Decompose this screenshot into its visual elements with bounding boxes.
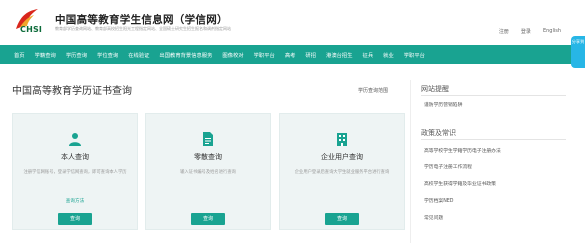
site-header: CHSI 中国高等教育学生信息网（学信网） 教育部学历查询网站、教育部高校招生阳…: [0, 0, 585, 44]
notice-heading: 网站提醒: [421, 85, 449, 93]
personal-query-button[interactable]: 查询: [58, 213, 92, 225]
nav-item-degree-query[interactable]: 学位查询: [97, 51, 118, 59]
nav-item-online-verify[interactable]: 在线验证: [128, 51, 149, 59]
divider: [421, 95, 566, 96]
query-scope-link[interactable]: 学历查询范围: [358, 87, 388, 94]
policy-link[interactable]: 学历档案NED: [424, 197, 454, 204]
single-query-card: 零散查询 输入证书编号及姓名进行查询 查询: [145, 113, 271, 230]
english-link[interactable]: English: [543, 28, 561, 35]
login-link[interactable]: 登录: [521, 28, 531, 35]
register-link[interactable]: 注册: [499, 28, 509, 35]
policy-heading: 政策及常识: [421, 129, 456, 137]
user-icon: [69, 133, 81, 146]
nav-item-image-check[interactable]: 图像校对: [222, 51, 243, 59]
nav-item-gaokao[interactable]: 高考: [285, 51, 296, 59]
personal-query-card: 本人查询 注册学信网账号，登录学信网查询，即可查询本人学历 查询方法 查询: [12, 113, 138, 230]
card-desc: 企业用户登录后查询大学生就业服务平台进行查询: [294, 170, 390, 175]
nav-item-grad-admission[interactable]: 研招: [305, 51, 316, 59]
card-title: 本人查询: [61, 153, 89, 161]
nav-item-hk-macau-tw[interactable]: 港澳台招生: [326, 51, 353, 59]
divider: [421, 139, 566, 140]
policy-link[interactable]: 学历电子注册工作流程: [424, 163, 472, 170]
site-title[interactable]: 中国高等教育学生信息网（学信网）: [55, 12, 228, 27]
page-title: 中国高等教育学历证书查询: [12, 86, 132, 97]
main-nav: 首页 学籍查询 学历查询 学位查询 在线验证 出国教育背景信息服务 图像校对 学…: [0, 45, 585, 64]
enterprise-query-card: 企业用户查询 企业用户登录后查询大学生就业服务平台进行查询 查询: [279, 113, 405, 230]
policy-link[interactable]: 常见问题: [424, 214, 443, 221]
nav-item-employment[interactable]: 就业: [383, 51, 394, 59]
notice-link[interactable]: 谨防学历营销陷阱: [424, 101, 462, 108]
card-desc: 注册学信网账号，登录学信网查询，即可查询本人学历: [23, 170, 127, 175]
card-title: 零散查询: [194, 153, 222, 161]
policy-link[interactable]: 高校学生获得学籍及毕业证书政策: [424, 180, 496, 187]
nav-item-home[interactable]: 首页: [14, 51, 25, 59]
enterprise-query-button[interactable]: 查询: [325, 213, 359, 225]
nav-item-career-platform-2[interactable]: 学职平台: [404, 51, 425, 59]
query-method-link[interactable]: 查询方法: [13, 198, 137, 204]
building-icon: [337, 133, 347, 146]
nav-item-military[interactable]: 征兵: [363, 51, 374, 59]
card-desc: 输入证书编号及姓名进行查询: [180, 170, 236, 175]
card-title: 企业用户查询: [321, 153, 363, 161]
nav-item-diploma-query[interactable]: 学历查询: [66, 51, 87, 59]
nav-item-overseas-service[interactable]: 出国教育背景信息服务: [159, 51, 212, 59]
nav-item-career-platform[interactable]: 学职平台: [254, 51, 275, 59]
nav-item-enrollment-query[interactable]: 学籍查询: [35, 51, 56, 59]
site-subtitle: 教育部学历查询网站、教育部高校招生阳光工程指定网站、全国硕士研究生招生报名和调剂…: [55, 26, 231, 31]
document-icon: [203, 132, 213, 146]
policy-link[interactable]: 高等学校学生学籍学历电子注册办法: [424, 147, 501, 154]
logo-text: CHSI: [20, 25, 43, 34]
top-links: 注册 登录 English: [499, 28, 561, 35]
single-query-button[interactable]: 查询: [191, 213, 225, 225]
sidebar-divider: [410, 80, 411, 243]
share-tab[interactable]: 分享到: [571, 36, 585, 68]
